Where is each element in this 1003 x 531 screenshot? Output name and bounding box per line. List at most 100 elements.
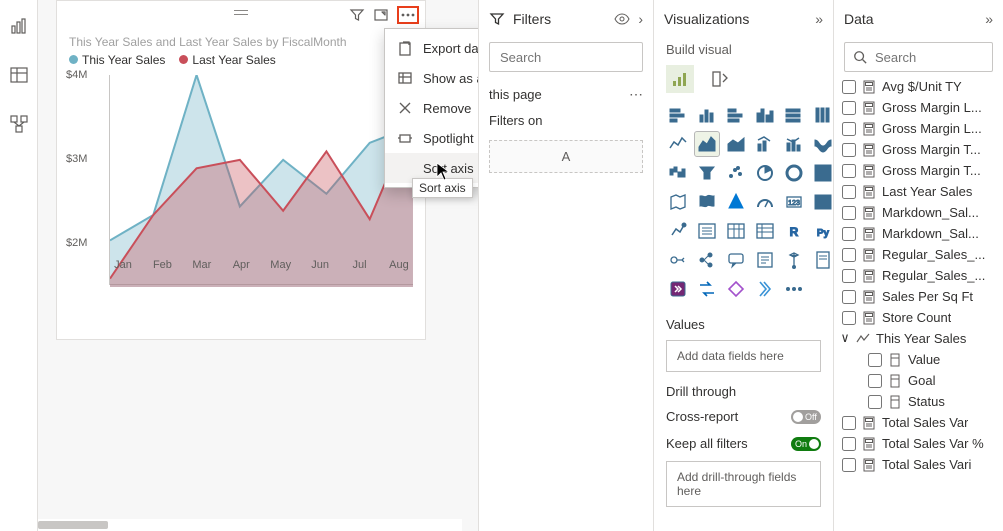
viz-bar100[interactable] (782, 103, 806, 127)
field-item[interactable]: Markdown_Sal... (840, 202, 997, 223)
field-item[interactable]: Value (840, 349, 997, 370)
model-view-icon[interactable] (9, 114, 29, 137)
viz-r[interactable]: R (782, 219, 806, 243)
field-item[interactable]: Markdown_Sal... (840, 223, 997, 244)
menu-item[interactable]: Export data (385, 33, 478, 63)
report-view-icon[interactable] (9, 16, 29, 39)
viz-line[interactable] (666, 132, 690, 156)
viz-card[interactable]: 123 (782, 190, 806, 214)
viz-subtitle: Build visual (654, 38, 833, 61)
field-item[interactable]: Total Sales Var (840, 412, 997, 433)
add-filter-card[interactable]: A (489, 140, 643, 173)
field-item[interactable]: Regular_Sales_... (840, 244, 997, 265)
field-item[interactable]: Gross Margin L... (840, 118, 997, 139)
field-item[interactable]: Avg $/Unit TY (840, 76, 997, 97)
viz-col[interactable] (695, 103, 719, 127)
section-menu-icon[interactable]: ⋯ (629, 86, 643, 103)
viz-col-c[interactable] (753, 103, 777, 127)
viz-funnel[interactable] (695, 161, 719, 185)
viz-dbl[interactable] (753, 277, 777, 301)
viz-filled-map[interactable] (695, 190, 719, 214)
viz-treemap[interactable] (811, 161, 835, 185)
data-pane: Data» Avg $/Unit TYGross Margin L...Gros… (833, 0, 1003, 531)
format-visual-tab[interactable] (706, 65, 734, 93)
viz-pa-auto[interactable] (695, 277, 719, 301)
values-field-well[interactable]: Add data fields here (666, 340, 821, 372)
collapse-pane-icon[interactable]: » (985, 11, 993, 27)
menu-item[interactable]: Show as a table (385, 63, 478, 93)
viz-bar-stacked[interactable] (666, 103, 690, 127)
viz-more[interactable] (782, 277, 806, 301)
viz-gauge[interactable] (753, 190, 777, 214)
viz-qna[interactable] (724, 248, 748, 272)
viz-paginated[interactable] (811, 248, 835, 272)
collapse-pane-icon[interactable]: › (638, 11, 643, 27)
viz-ribbon[interactable] (811, 132, 835, 156)
cross-report-toggle[interactable]: Off (791, 410, 821, 424)
viz-mrow[interactable] (811, 190, 835, 214)
more-options-button[interactable] (397, 6, 419, 24)
viz-map[interactable] (666, 190, 690, 214)
focus-mode-icon[interactable] (373, 7, 389, 23)
filters-search-input[interactable] (498, 49, 634, 66)
viz-bar-c[interactable] (724, 103, 748, 127)
field-item[interactable]: Total Sales Var % (840, 433, 997, 454)
field-item[interactable]: Goal (840, 370, 997, 391)
menu-item[interactable]: Spotlight (385, 123, 478, 153)
field-item[interactable]: Total Sales Vari (840, 454, 997, 475)
viz-stacked-area[interactable] (724, 132, 748, 156)
viz-narrative[interactable] (753, 248, 777, 272)
report-canvas[interactable]: This Year Sales and Last Year Sales by F… (38, 0, 478, 531)
viz-pie[interactable] (753, 161, 777, 185)
menu-item[interactable]: Remove (385, 93, 478, 123)
viz-key-infl[interactable] (666, 248, 690, 272)
field-item[interactable]: Last Year Sales (840, 181, 997, 202)
viz-table[interactable] (724, 219, 748, 243)
viz-combo2[interactable] (782, 132, 806, 156)
viz-diamond[interactable] (724, 277, 748, 301)
field-item[interactable]: Sales Per Sq Ft (840, 286, 997, 307)
field-group[interactable]: ∨This Year Sales (840, 328, 997, 349)
viz-decomp[interactable] (695, 248, 719, 272)
chart-tile[interactable]: This Year Sales and Last Year Sales by F… (56, 0, 426, 340)
field-item[interactable]: Gross Margin T... (840, 160, 997, 181)
viz-matrix[interactable] (753, 219, 777, 243)
viz-donut[interactable] (782, 161, 806, 185)
viz-area[interactable] (695, 132, 719, 156)
viz-kpi[interactable] (666, 219, 690, 243)
data-search-input[interactable] (873, 49, 984, 66)
filter-icon[interactable] (349, 7, 365, 23)
values-label: Values (654, 309, 833, 336)
chart-plot-area: $4M$3M$2M (109, 75, 413, 285)
viz-col100[interactable] (811, 103, 835, 127)
context-menu: Export dataShow as a tableRemoveSpotligh… (384, 28, 478, 188)
field-item[interactable]: Store Count (840, 307, 997, 328)
viz-waterfall[interactable] (666, 161, 690, 185)
drag-handle-icon[interactable] (234, 8, 248, 16)
eye-icon[interactable] (614, 11, 630, 27)
field-item[interactable]: Gross Margin T... (840, 139, 997, 160)
tile-header (57, 1, 425, 29)
drillthrough-field-well[interactable]: Add drill-through fields here (666, 461, 821, 507)
viz-combo[interactable] (753, 132, 777, 156)
data-search[interactable] (844, 42, 993, 72)
collapse-pane-icon[interactable]: » (815, 11, 823, 27)
viz-slicer[interactable] (695, 219, 719, 243)
field-item[interactable]: Gross Margin L... (840, 97, 997, 118)
field-item[interactable]: Regular_Sales_... (840, 265, 997, 286)
x-axis: JanFebMarAprMayJunJulAug (109, 259, 413, 271)
data-view-icon[interactable] (9, 65, 29, 88)
filters-search[interactable] (489, 42, 643, 72)
data-title: Data (844, 11, 874, 27)
keep-filters-toggle[interactable]: On (791, 437, 821, 451)
viz-pa-apps[interactable] (666, 277, 690, 301)
filters-title: Filters (513, 11, 551, 27)
viz-goals[interactable] (782, 248, 806, 272)
build-visual-tab[interactable] (666, 65, 694, 93)
field-item[interactable]: Status (840, 391, 997, 412)
viz-scatter[interactable] (724, 161, 748, 185)
viz-py[interactable]: Py (811, 219, 835, 243)
viz-azure-map[interactable] (724, 190, 748, 214)
view-rail (0, 0, 38, 531)
canvas-scrollbar-x[interactable] (38, 519, 462, 531)
